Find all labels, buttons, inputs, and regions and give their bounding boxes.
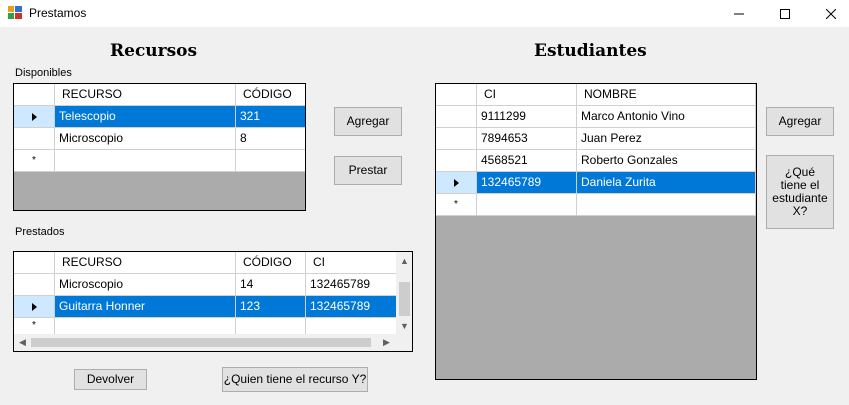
- row-header[interactable]: [436, 172, 477, 194]
- title-bar: Prestamos: [0, 0, 849, 27]
- new-row[interactable]: *: [14, 150, 305, 172]
- cell-codigo[interactable]: 14: [236, 274, 306, 296]
- grid-header: CI NOMBRE: [436, 84, 756, 106]
- disponibles-label: Disponibles: [15, 67, 72, 79]
- table-row[interactable]: Guitarra Honner 123 132465789: [14, 296, 397, 318]
- row-header[interactable]: [14, 106, 55, 128]
- recursos-heading: Recursos: [110, 41, 198, 61]
- close-icon: [826, 8, 836, 19]
- row-header[interactable]: [14, 274, 55, 296]
- row-header[interactable]: [436, 106, 477, 128]
- devolver-button[interactable]: Devolver: [74, 369, 147, 390]
- table-row[interactable]: Microscopio 8: [14, 128, 305, 150]
- cell-codigo[interactable]: 8: [236, 128, 305, 150]
- scroll-thumb[interactable]: [31, 338, 371, 347]
- cell-codigo[interactable]: [236, 150, 305, 172]
- cell-recurso[interactable]: Guitarra Honner: [55, 296, 236, 318]
- current-row-arrow-icon: [31, 112, 37, 121]
- row-header-corner: [14, 252, 55, 274]
- cell-ci[interactable]: 132465789: [306, 296, 397, 318]
- row-header[interactable]: [436, 128, 477, 150]
- scroll-up-icon[interactable]: ▲: [396, 252, 412, 269]
- estudiantes-grid[interactable]: CI NOMBRE 9111299 Marco Antonio Vino 789…: [435, 83, 757, 380]
- quien-tiene-recurso-button[interactable]: ¿Quien tiene el recurso Y?: [222, 367, 368, 392]
- scroll-down-icon[interactable]: ▼: [396, 317, 412, 334]
- new-row-icon: *: [32, 154, 36, 166]
- cell-recurso[interactable]: Microscopio: [55, 274, 236, 296]
- grid-header: RECURSO CÓDIGO: [14, 84, 305, 106]
- cell-recurso[interactable]: [55, 318, 236, 335]
- new-row-icon: *: [454, 198, 458, 210]
- scroll-right-icon[interactable]: ▶: [378, 334, 395, 351]
- new-row-icon: *: [32, 320, 36, 331]
- column-header-codigo[interactable]: CÓDIGO: [236, 252, 306, 274]
- cell-codigo[interactable]: 321: [236, 106, 305, 128]
- row-header-corner: [14, 84, 55, 106]
- row-header[interactable]: [14, 128, 55, 150]
- current-row-arrow-icon: [31, 302, 37, 311]
- cell-codigo[interactable]: 123: [236, 296, 306, 318]
- agregar-recurso-button[interactable]: Agregar: [334, 107, 402, 136]
- que-tiene-estudiante-button[interactable]: ¿Qué tiene el estudiante X?: [766, 155, 834, 229]
- cell-recurso[interactable]: Telescopio: [55, 106, 236, 128]
- table-row[interactable]: 132465789 Daniela Zurita: [436, 172, 756, 194]
- row-header[interactable]: *: [14, 318, 55, 335]
- column-header-ci[interactable]: CI: [477, 84, 577, 106]
- row-header-corner: [436, 84, 477, 106]
- new-row[interactable]: *: [14, 318, 397, 335]
- cell-codigo[interactable]: [236, 318, 306, 335]
- column-header-codigo[interactable]: CÓDIGO: [236, 84, 305, 106]
- agregar-estudiante-button[interactable]: Agregar: [766, 107, 834, 136]
- cell-ci[interactable]: [477, 194, 577, 216]
- cell-nombre[interactable]: Roberto Gonzales: [577, 150, 756, 172]
- window-title: Prestamos: [29, 6, 87, 20]
- new-row[interactable]: *: [436, 194, 756, 216]
- cell-nombre[interactable]: Marco Antonio Vino: [577, 106, 756, 128]
- column-header-nombre[interactable]: NOMBRE: [577, 84, 756, 106]
- cell-recurso[interactable]: [55, 150, 236, 172]
- row-header[interactable]: [14, 296, 55, 318]
- row-header[interactable]: *: [14, 150, 55, 172]
- column-header-ci[interactable]: CI: [306, 252, 397, 274]
- cell-nombre[interactable]: [577, 194, 756, 216]
- vertical-scrollbar[interactable]: ▲ ▼: [396, 252, 412, 334]
- prestar-button[interactable]: Prestar: [334, 156, 402, 185]
- maximize-button[interactable]: [762, 0, 808, 27]
- maximize-icon: [780, 8, 790, 19]
- horizontal-scrollbar[interactable]: ◀ ▶: [14, 334, 397, 351]
- cell-nombre[interactable]: Juan Perez: [577, 128, 756, 150]
- estudiantes-heading: Estudiantes: [534, 41, 647, 61]
- minimize-icon: [734, 13, 744, 14]
- minimize-button[interactable]: [716, 0, 762, 27]
- table-row[interactable]: Telescopio 321: [14, 106, 305, 128]
- table-row[interactable]: 7894653 Juan Perez: [436, 128, 756, 150]
- prestados-grid[interactable]: RECURSO CÓDIGO CI Microscopio 14 1324657…: [13, 251, 413, 352]
- scroll-thumb[interactable]: [399, 282, 410, 316]
- row-header[interactable]: *: [436, 194, 477, 216]
- cell-ci[interactable]: [306, 318, 397, 335]
- cell-ci[interactable]: 7894653: [477, 128, 577, 150]
- current-row-arrow-icon: [453, 178, 459, 187]
- cell-ci[interactable]: 132465789: [477, 172, 577, 194]
- row-header[interactable]: [436, 150, 477, 172]
- column-header-recurso[interactable]: RECURSO: [55, 84, 236, 106]
- table-row[interactable]: Microscopio 14 132465789: [14, 274, 397, 296]
- grid-header: RECURSO CÓDIGO CI: [14, 252, 397, 274]
- cell-ci[interactable]: 4568521: [477, 150, 577, 172]
- prestados-label: Prestados: [15, 226, 65, 238]
- cell-nombre[interactable]: Daniela Zurita: [577, 172, 756, 194]
- close-button[interactable]: [808, 0, 849, 27]
- cell-ci[interactable]: 9111299: [477, 106, 577, 128]
- disponibles-grid[interactable]: RECURSO CÓDIGO Telescopio 321 Microscopi…: [13, 83, 306, 211]
- scroll-left-icon[interactable]: ◀: [14, 334, 31, 351]
- column-header-recurso[interactable]: RECURSO: [55, 252, 236, 274]
- table-row[interactable]: 9111299 Marco Antonio Vino: [436, 106, 756, 128]
- scrollbar-corner: [396, 334, 412, 351]
- app-icon: [8, 6, 22, 19]
- cell-recurso[interactable]: Microscopio: [55, 128, 236, 150]
- table-row[interactable]: 4568521 Roberto Gonzales: [436, 150, 756, 172]
- cell-ci[interactable]: 132465789: [306, 274, 397, 296]
